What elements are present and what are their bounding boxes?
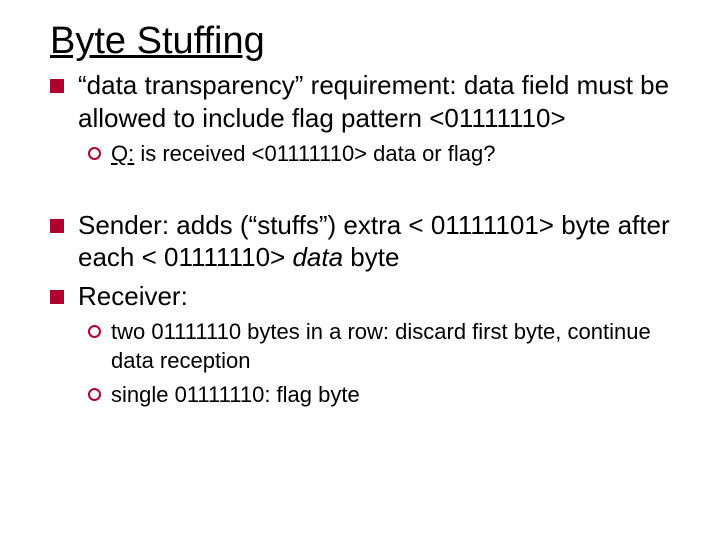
bullet-text: Sender: adds (“stuffs”) extra < 01111101…: [78, 209, 680, 274]
slide-title: Byte Stuffing: [50, 20, 680, 63]
sub-bullet-text: single 01111110: flag byte: [111, 381, 680, 410]
bullet-text: “data transparency” requirement: data fi…: [78, 69, 680, 134]
bullet-receiver: Receiver:: [50, 280, 680, 313]
sub-bullet-two-bytes: two 01111110 bytes in a row: discard fir…: [88, 318, 680, 375]
circle-bullet-icon: [88, 147, 101, 160]
q-label: Q:: [111, 141, 134, 166]
text-run: byte: [343, 242, 399, 272]
sub-bullet-text: Q: is received <01111110> data or flag?: [111, 140, 680, 169]
flag-pattern: <01111110>: [429, 103, 565, 133]
bullet-text: Receiver:: [78, 280, 680, 313]
square-bullet-icon: [50, 79, 64, 93]
text-run: “data transparency” requirement: data fi…: [78, 70, 669, 133]
square-bullet-icon: [50, 219, 64, 233]
circle-bullet-icon: [88, 388, 101, 401]
spacer: [50, 175, 680, 203]
sub-bullet-question: Q: is received <01111110> data or flag?: [88, 140, 680, 169]
bullet-data-transparency: “data transparency” requirement: data fi…: [50, 69, 680, 134]
circle-bullet-icon: [88, 325, 101, 338]
sub-bullet-text: two 01111110 bytes in a row: discard fir…: [111, 318, 680, 375]
data-word-italic: data: [292, 242, 343, 272]
sub-bullet-single-byte: single 01111110: flag byte: [88, 381, 680, 410]
slide: Byte Stuffing “data transparency” requir…: [0, 0, 720, 436]
q-rest: is received <01111110> data or flag?: [134, 141, 495, 166]
bullet-sender: Sender: adds (“stuffs”) extra < 01111101…: [50, 209, 680, 274]
square-bullet-icon: [50, 290, 64, 304]
